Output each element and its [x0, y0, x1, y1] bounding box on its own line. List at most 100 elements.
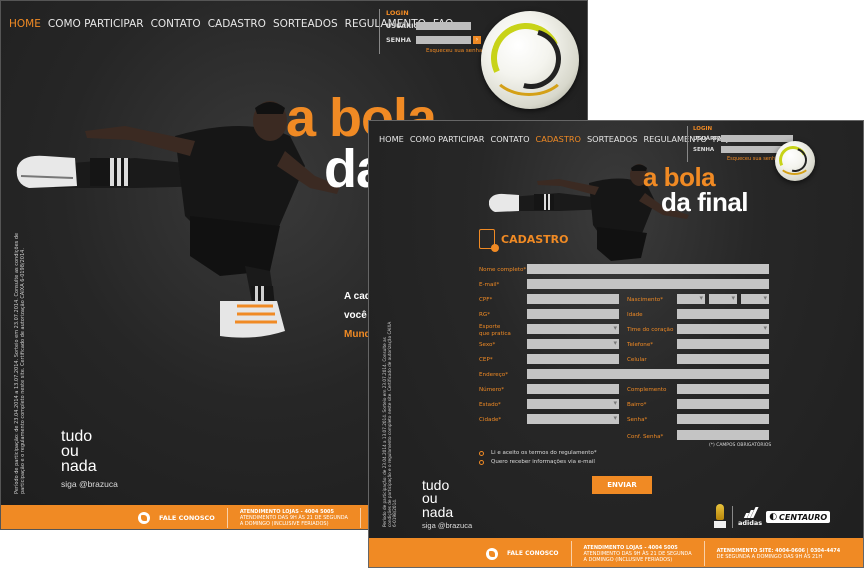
nav-cadastro[interactable]: CADASTRO [536, 134, 581, 144]
label-esporte: Esporte [479, 324, 501, 330]
nav-home[interactable]: HOME [9, 18, 41, 30]
nav-contato[interactable]: CONTATO [490, 134, 529, 144]
terms-label: Li e aceito os termos do regulamento* [491, 450, 597, 456]
support-info: ATENDIMENTO LOJAS - 4004 5005 ATENDIMENT… [240, 509, 348, 527]
nav-como-participar[interactable]: COMO PARTICIPAR [48, 18, 144, 30]
submit-button[interactable]: ENVIAR [592, 476, 652, 494]
support-info: ATENDIMENTO LOJAS - 4004 5005 ATENDIMENT… [584, 545, 692, 563]
select-cidade[interactable] [527, 414, 619, 424]
input-celular[interactable] [677, 354, 769, 364]
select-time[interactable] [677, 324, 769, 334]
site-support-hours: DE SEGUNDA A DOMINGO DAS 9H ÀS 21H [716, 553, 823, 560]
brand-subtitle: siga @brazuca [422, 520, 473, 530]
tagline-line3: Mund [344, 329, 371, 340]
label-sexo: Sexo* [479, 342, 496, 348]
input-rg[interactable] [527, 309, 619, 319]
support-hours-2: A DOMINGO (INCLUSIVE FERIADOS) [583, 556, 673, 563]
headline-line2: da final [661, 186, 749, 217]
input-telefone[interactable] [677, 339, 769, 349]
input-bairro[interactable] [677, 399, 769, 409]
input-conf-senha[interactable] [677, 430, 769, 440]
headline-line1: a bola [643, 162, 716, 192]
username-label: USUÁRIO [386, 21, 420, 30]
footer: FALE CONOSCO ATENDIMENTO LOJAS - 4004 50… [369, 538, 863, 567]
newsletter-label: Quero receber informações via e-mail [491, 459, 595, 465]
tagline: A cad você Mund [344, 291, 371, 348]
login-box: LOGIN USUÁRIO SENHA › Esqueceu sua senha [379, 9, 482, 54]
label-cidade: Cidade* [479, 417, 502, 423]
tagline-line2: você [344, 310, 367, 321]
adidas-logo: adidas [738, 507, 762, 527]
terms-checkbox[interactable]: Li e aceito os termos do regulamento* [479, 450, 597, 456]
sponsor-logos: adidas ◐ CENTAURO [713, 504, 831, 530]
input-cpf[interactable] [527, 294, 619, 304]
ball-image [775, 141, 815, 181]
newsletter-checkbox[interactable]: Quero receber informações via e-mail [479, 459, 595, 465]
fale-conosco-label: FALE CONOSCO [507, 550, 559, 557]
tagline-line1: A cad [344, 291, 371, 302]
brand-logo: tudo ou nada siga @brazuca [61, 428, 118, 489]
fale-conosco-link[interactable]: FALE CONOSCO [138, 512, 215, 524]
fale-conosco-link[interactable]: FALE CONOSCO [486, 547, 559, 560]
input-endereco[interactable] [527, 369, 769, 379]
nav-home[interactable]: HOME [379, 134, 404, 144]
label-cep: CEP* [479, 357, 493, 363]
label-conf-senha: Conf. Senha* [627, 434, 664, 440]
required-note: (*) CAMPOS OBRIGATÓRIOS [709, 443, 772, 448]
input-cep[interactable] [527, 354, 619, 364]
phone-icon [486, 547, 498, 560]
ball-image [481, 11, 579, 109]
brand-subtitle: siga @brazuca [61, 478, 118, 489]
nav-contato[interactable]: CONTATO [151, 18, 201, 30]
brand-word-3: nada [422, 503, 454, 520]
label-time: Time do coração [627, 327, 674, 333]
input-email[interactable] [527, 279, 769, 289]
select-esporte[interactable] [527, 324, 619, 334]
label-estado: Estado* [479, 402, 501, 408]
select-estado[interactable] [527, 399, 619, 409]
form-title: CADASTRO [479, 229, 569, 252]
fale-conosco-label: FALE CONOSCO [159, 514, 215, 522]
newsletter-radio-icon [479, 459, 484, 465]
label-bairro: Bairro* [627, 402, 647, 408]
label-complemento: Complemento [627, 387, 667, 393]
select-birth-month[interactable] [709, 294, 737, 304]
brand-word-1: tudo [61, 428, 93, 445]
label-senha: Senha* [627, 417, 648, 423]
select-sexo[interactable] [527, 339, 619, 349]
username-input[interactable] [721, 135, 793, 142]
adidas-label: adidas [738, 519, 763, 527]
site-support-info: ATENDIMENTO SITE: 4004-0606 | 0304-4474 … [717, 548, 841, 560]
input-numero[interactable] [527, 384, 619, 394]
password-label: SENHA [386, 35, 412, 44]
label-endereco: Endereço* [479, 372, 508, 378]
password-label: SENHA [693, 146, 715, 153]
label-celular: Celular [627, 357, 647, 363]
brand-word-2: ou [61, 443, 79, 461]
label-idade: Idade [627, 312, 643, 318]
label-cpf: CPF* [479, 297, 493, 303]
nav-como-participar[interactable]: COMO PARTICIPAR [410, 134, 485, 144]
login-submit-button[interactable]: › [473, 35, 481, 44]
username-input[interactable] [416, 21, 471, 30]
input-idade[interactable] [677, 309, 769, 319]
input-complemento[interactable] [677, 384, 769, 394]
phone-icon [138, 512, 150, 524]
forgot-password-link[interactable]: Esqueceu sua senha [426, 48, 482, 54]
nav-cadastro[interactable]: CADASTRO [208, 18, 266, 30]
nav-sorteados[interactable]: SORTEADOS [273, 18, 338, 30]
select-birth-day[interactable] [677, 294, 705, 304]
label-nascimento: Nascimento* [627, 297, 664, 303]
legal-text: Período de participação: de 23.04.2014 a… [14, 232, 26, 494]
world-cup-logo-icon [713, 504, 727, 530]
login-title: LOGIN [386, 9, 409, 17]
form-title-label: CADASTRO [501, 232, 569, 246]
nav-sorteados[interactable]: SORTEADOS [587, 134, 637, 144]
centauro-logo: ◐ CENTAURO [766, 511, 831, 523]
main-nav: HOME COMO PARTICIPAR CONTATO CADASTRO SO… [379, 134, 729, 144]
select-birth-year[interactable] [741, 294, 769, 304]
label-telefone: Telefone* [627, 342, 654, 348]
input-senha[interactable] [677, 414, 769, 424]
input-nome[interactable] [527, 264, 769, 274]
password-input[interactable] [416, 35, 471, 44]
